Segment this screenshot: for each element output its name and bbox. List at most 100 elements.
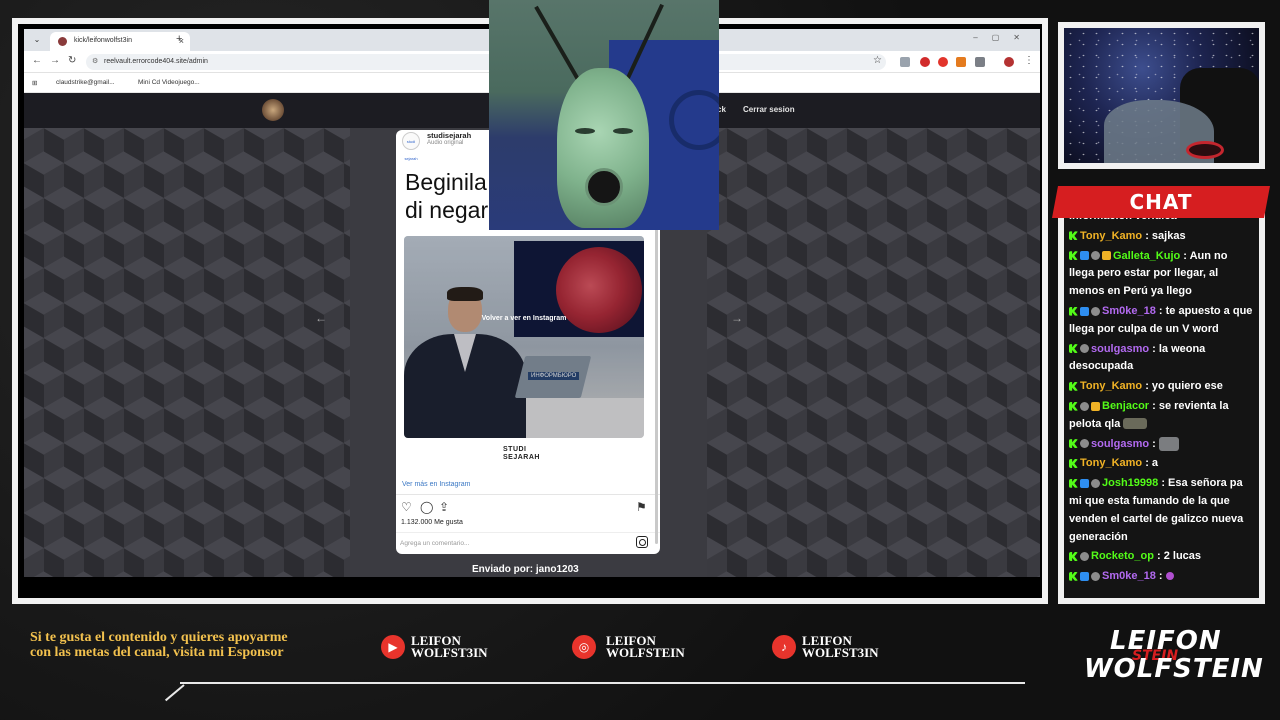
reload-icon[interactable]: ↻ <box>68 55 76 66</box>
microphone <box>1186 141 1224 159</box>
menu-icon[interactable]: ⋮ <box>1024 55 1034 66</box>
gray-badge-icon <box>1091 306 1100 316</box>
chat-username[interactable]: Sm0ke_18 <box>1102 305 1159 317</box>
chat-username[interactable]: Benjacor <box>1102 400 1152 412</box>
chat-username[interactable]: soulgasmo <box>1091 343 1152 355</box>
chat-message: Sm0ke_18 : <box>1064 568 1257 588</box>
bookmark-mini-cd[interactable]: Mini Cd Videojuego... <box>138 79 200 86</box>
social-label: LEIFON WOLFST3IN <box>802 633 879 660</box>
gray-badge-icon <box>1080 344 1089 354</box>
gray-badge-icon <box>1091 571 1100 581</box>
chat-text: : sajkas <box>1145 229 1186 242</box>
kick-badge-icon <box>1069 381 1078 391</box>
chat-username[interactable]: Galleta_Kujo <box>1113 250 1183 262</box>
chat-text: : yo quiero ese <box>1145 380 1223 393</box>
apps-icon[interactable]: ⊞ <box>32 79 37 87</box>
tab-dropdown-icon[interactable]: ⌄ <box>30 33 44 47</box>
chat-username[interactable]: Rocketo_op <box>1091 550 1157 562</box>
share-icon[interactable]: ⇪ <box>439 500 449 514</box>
chat-username[interactable]: Tony_Kamo <box>1080 230 1145 242</box>
chat-username[interactable]: Tony_Kamo <box>1080 380 1145 392</box>
likes-count: 1.132.000 Me gusta <box>401 519 463 526</box>
next-arrow-icon[interactable]: → <box>731 311 743 325</box>
blue-badge-icon <box>1080 251 1089 261</box>
post-username[interactable]: studisejarah <box>427 131 471 140</box>
logo-bottom-text: WOLFSTEIN <box>1084 654 1264 684</box>
mouth <box>585 168 623 206</box>
emote-icon <box>1165 572 1174 581</box>
site-info-icon[interactable]: ⚙ <box>92 57 98 65</box>
blue-badge-icon <box>1080 478 1089 488</box>
tiktok-icon: ♪ <box>772 635 796 659</box>
window-controls[interactable]: –▢✕ <box>973 33 1034 42</box>
chat-message: Rocketo_op : 2 lucas <box>1064 548 1257 568</box>
stream-overlay: ⌄ kick/leifonwolfst3in × + –▢✕ ← → ↻ ⚙ r… <box>0 0 1280 720</box>
post-avatar[interactable]: studi sejarah <box>402 132 420 161</box>
sent-by-label: Enviado por: jano1203 <box>472 564 579 575</box>
gold-badge-icon <box>1102 251 1111 261</box>
chat-text: : <box>1158 570 1166 583</box>
chat-username[interactable]: Josh19998 <box>1102 477 1161 489</box>
chat-text: : a <box>1145 457 1159 470</box>
bookmark-gmail[interactable]: claudstrike@gmail... <box>56 79 115 86</box>
chat-message: Tony_Kamo : yo quiero ese <box>1064 378 1257 398</box>
extension-icon[interactable] <box>975 57 985 67</box>
kick-badge-icon <box>1069 344 1078 354</box>
chat-message: Benjacor : se revienta la pelota qla <box>1064 398 1257 436</box>
eye <box>613 128 633 134</box>
view-more-link[interactable]: Ver más en Instagram <box>402 481 470 488</box>
extension-icon[interactable] <box>900 57 910 67</box>
emote-icon <box>1123 418 1148 430</box>
profile-avatar[interactable] <box>1004 57 1014 67</box>
tab-title: kick/leifonwolfst3in <box>74 37 132 44</box>
post-audio[interactable]: Audio original <box>427 140 463 146</box>
gray-badge-icon <box>1091 251 1100 261</box>
footer-line <box>164 684 185 702</box>
logout-link[interactable]: Cerrar sesion <box>743 105 795 114</box>
post-video[interactable]: ИНФОРМБЮРО Volver a ver en Instagram <box>404 236 644 438</box>
kick-badge-icon <box>1069 251 1078 261</box>
chat-message: Sm0ke_18 : te apuesto a que llega por cu… <box>1064 303 1257 341</box>
social-label: LEIFON WOLFSTEIN <box>606 633 685 660</box>
background-pattern <box>707 128 1040 577</box>
prev-arrow-icon[interactable]: ← <box>315 311 327 325</box>
instagram-icon[interactable] <box>636 536 648 548</box>
extension-icon[interactable] <box>938 57 948 67</box>
watch-again-link[interactable]: Volver a ver en Instagram <box>404 315 644 322</box>
chat-username[interactable]: Sm0ke_18 <box>1102 570 1159 582</box>
like-icon[interactable]: ♡ <box>401 500 412 514</box>
save-icon[interactable]: ⚑ <box>636 500 647 514</box>
kick-badge-icon <box>1069 231 1078 241</box>
chat-username[interactable]: Tony_Kamo <box>1080 457 1145 469</box>
kick-badge-icon <box>1069 401 1078 411</box>
site-logo[interactable] <box>262 99 284 121</box>
forward-icon[interactable]: → <box>50 55 60 66</box>
kick-badge-icon <box>1069 439 1078 449</box>
chat-text: : 2 lucas <box>1157 550 1202 563</box>
url-input[interactable]: ⚙ reelvault.errorcode404.site/admin <box>86 54 886 70</box>
footer-line <box>180 682 1025 684</box>
kick-badge-icon <box>1069 551 1078 561</box>
channel-logo: LEIFON STEIN WOLFSTEIN <box>1084 626 1263 688</box>
gray-badge-icon <box>1080 439 1089 449</box>
chat-message: Tony_Kamo : a <box>1064 455 1257 475</box>
back-icon[interactable]: ← <box>32 55 42 66</box>
new-tab-icon[interactable]: + <box>176 33 182 45</box>
chat-message: Tony_Kamo : sajkas <box>1064 228 1257 248</box>
divider <box>396 494 660 495</box>
chat-username[interactable]: soulgasmo <box>1091 438 1152 450</box>
browser-tab[interactable]: kick/leifonwolfst3in × <box>50 32 190 51</box>
comment-input[interactable]: Agrega un comentario... <box>400 540 469 547</box>
divider <box>396 532 660 533</box>
bookmark-star-icon[interactable]: ☆ <box>873 55 882 66</box>
kick-badge-icon <box>1069 571 1078 581</box>
chat-text: : <box>1152 437 1159 450</box>
extension-icon[interactable] <box>920 57 930 67</box>
youtube-icon: ▶ <box>381 635 405 659</box>
gold-badge-icon <box>1091 401 1100 411</box>
background-pattern <box>24 128 350 577</box>
blue-badge-icon <box>1080 571 1089 581</box>
extension-icon[interactable] <box>956 57 966 67</box>
gray-badge-icon <box>1080 551 1089 561</box>
comment-icon[interactable]: ◯ <box>420 500 433 514</box>
